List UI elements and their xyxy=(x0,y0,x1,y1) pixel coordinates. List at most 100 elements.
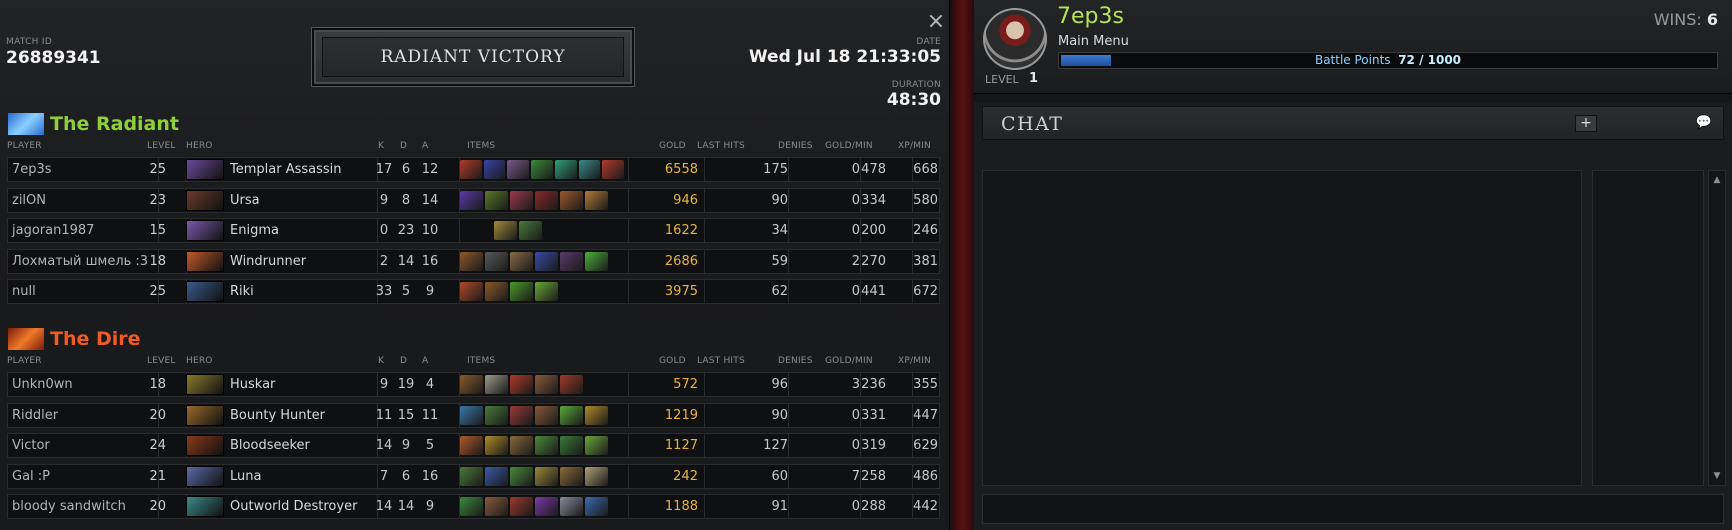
item-icon[interactable] xyxy=(460,497,483,516)
item-icon[interactable] xyxy=(535,497,558,516)
column-header-last-hits[interactable]: LAST HITS xyxy=(697,141,745,151)
column-header-a[interactable]: A xyxy=(422,356,428,366)
player-row[interactable]: Unkn0wn 18 Huskar 9 19 4 572 96 3 236 355 xyxy=(7,372,940,397)
player-name[interactable]: 7ep3s xyxy=(12,158,52,181)
item-icon[interactable] xyxy=(554,160,577,179)
item-icon[interactable] xyxy=(485,190,508,210)
player-name[interactable]: Riddler xyxy=(12,404,58,427)
column-header-d[interactable]: D xyxy=(400,141,407,151)
item-icon[interactable] xyxy=(510,436,533,455)
column-header-denies[interactable]: DENIES xyxy=(778,141,813,151)
item-icon[interactable] xyxy=(560,405,583,425)
column-header-denies[interactable]: DENIES xyxy=(778,356,813,366)
item-icon[interactable] xyxy=(585,436,608,455)
item-icon[interactable] xyxy=(560,190,583,210)
player-name[interactable]: Victor xyxy=(12,434,50,457)
item-icon[interactable] xyxy=(585,497,608,516)
add-channel-icon[interactable]: + xyxy=(1575,115,1597,132)
column-header-gold[interactable]: GOLD xyxy=(659,356,686,366)
item-icon[interactable] xyxy=(510,466,533,486)
scroll-up-icon[interactable]: ▲ xyxy=(1711,174,1723,186)
item-icon[interactable] xyxy=(510,251,533,271)
player-row[interactable]: Лохматый шмель :3 18 Windrunner 2 14 16 2686 59… xyxy=(7,248,940,274)
item-icon[interactable] xyxy=(535,466,558,486)
column-header-hero[interactable]: HERO xyxy=(186,141,213,151)
player-row[interactable]: Riddler 20 Bounty Hunter 11 15 11 1219 90 0 331 44… xyxy=(7,402,940,428)
scroll-down-icon[interactable]: ▼ xyxy=(1711,470,1723,482)
column-header-a[interactable]: A xyxy=(422,141,428,151)
player-row[interactable]: zilON 23 Ursa 9 8 14 946 90 0 334 580 xyxy=(7,187,940,213)
player-name[interactable]: Лохматый шмель :3 xyxy=(12,250,148,273)
column-header-gold[interactable]: GOLD xyxy=(659,141,686,151)
player-row[interactable]: Victor 24 Bloodseeker 14 9 5 1127 127 0 319 629 xyxy=(7,433,940,458)
column-header-xpm[interactable]: XP/MIN xyxy=(898,356,931,366)
column-header-xpm[interactable]: XP/MIN xyxy=(898,141,931,151)
item-icon[interactable] xyxy=(485,282,508,301)
column-header-hero[interactable]: HERO xyxy=(186,356,213,366)
item-icon[interactable] xyxy=(494,221,517,240)
column-header-level[interactable]: LEVEL xyxy=(147,356,176,366)
player-name[interactable]: bloody sandwitch xyxy=(12,495,126,518)
column-header-k[interactable]: K xyxy=(378,356,384,366)
item-icon[interactable] xyxy=(535,251,558,271)
item-icon[interactable] xyxy=(560,251,583,271)
item-icon[interactable] xyxy=(485,436,508,455)
avatar[interactable] xyxy=(983,8,1047,70)
item-icon[interactable] xyxy=(560,436,583,455)
item-icon[interactable] xyxy=(460,405,483,425)
player-name[interactable]: zilON xyxy=(12,189,46,212)
player-row[interactable]: 7ep3s 25 Templar Assassin 17 6 12 6558 175 0 478 6… xyxy=(7,157,940,182)
item-icon[interactable] xyxy=(460,466,483,486)
player-name[interactable]: jagoran1987 xyxy=(12,219,94,242)
item-icon[interactable] xyxy=(531,160,553,179)
player-row[interactable]: Gal :P 21 Luna 7 6 16 242 60 7 258 486 xyxy=(7,463,940,489)
column-header-gpm[interactable]: GOLD/MIN xyxy=(825,141,873,151)
player-name[interactable]: Gal :P xyxy=(12,465,50,488)
item-icon[interactable] xyxy=(510,375,533,394)
column-header-last-hits[interactable]: LAST HITS xyxy=(697,356,745,366)
item-icon[interactable] xyxy=(578,160,601,179)
item-icon[interactable] xyxy=(560,375,583,394)
player-row[interactable]: null 25 Riki 33 5 9 3975 62 0 441 672 xyxy=(7,279,940,304)
item-icon[interactable] xyxy=(585,405,608,425)
item-icon[interactable] xyxy=(460,282,483,301)
column-header-items[interactable]: ITEMS xyxy=(467,356,495,366)
item-icon[interactable] xyxy=(535,436,558,455)
player-name[interactable]: null xyxy=(12,280,36,303)
item-icon[interactable] xyxy=(483,160,506,179)
item-icon[interactable] xyxy=(585,251,608,271)
item-icon[interactable] xyxy=(560,466,583,486)
item-icon[interactable] xyxy=(507,160,530,179)
item-icon[interactable] xyxy=(460,251,483,271)
player-row[interactable]: bloody sandwitch 20 Outworld Destroyer 14 14… xyxy=(7,494,940,519)
item-icon[interactable] xyxy=(585,190,608,210)
column-header-d[interactable]: D xyxy=(400,356,407,366)
chat-input[interactable] xyxy=(982,494,1724,524)
player-row[interactable]: jagoran1987 15 Enigma 0 23 10 1622 34 0 200 246 xyxy=(7,218,940,243)
profile-name[interactable]: 7ep3s xyxy=(1057,4,1124,29)
close-icon[interactable]: × xyxy=(924,10,948,34)
column-header-gpm[interactable]: GOLD/MIN xyxy=(825,356,873,366)
player-name[interactable]: Unkn0wn xyxy=(12,373,73,396)
item-icon[interactable] xyxy=(485,375,508,394)
item-icon[interactable] xyxy=(510,190,533,210)
item-icon[interactable] xyxy=(460,436,483,455)
item-icon[interactable] xyxy=(485,466,508,486)
column-header-level[interactable]: LEVEL xyxy=(147,141,176,151)
chat-bubble-icon[interactable]: 💬 xyxy=(1695,116,1713,130)
item-icon[interactable] xyxy=(510,405,533,425)
item-icon[interactable] xyxy=(535,282,558,301)
column-header-k[interactable]: K xyxy=(378,141,384,151)
item-icon[interactable] xyxy=(460,190,483,210)
item-icon[interactable] xyxy=(535,405,558,425)
item-icon[interactable] xyxy=(485,405,508,425)
item-icon[interactable] xyxy=(519,221,542,240)
item-icon[interactable] xyxy=(535,375,558,394)
item-icon[interactable] xyxy=(560,497,583,516)
item-icon[interactable] xyxy=(485,251,508,271)
column-header-player[interactable]: PLAYER xyxy=(7,356,42,366)
item-icon[interactable] xyxy=(460,375,483,394)
item-icon[interactable] xyxy=(535,190,558,210)
item-icon[interactable] xyxy=(510,497,533,516)
item-icon[interactable] xyxy=(460,160,482,179)
